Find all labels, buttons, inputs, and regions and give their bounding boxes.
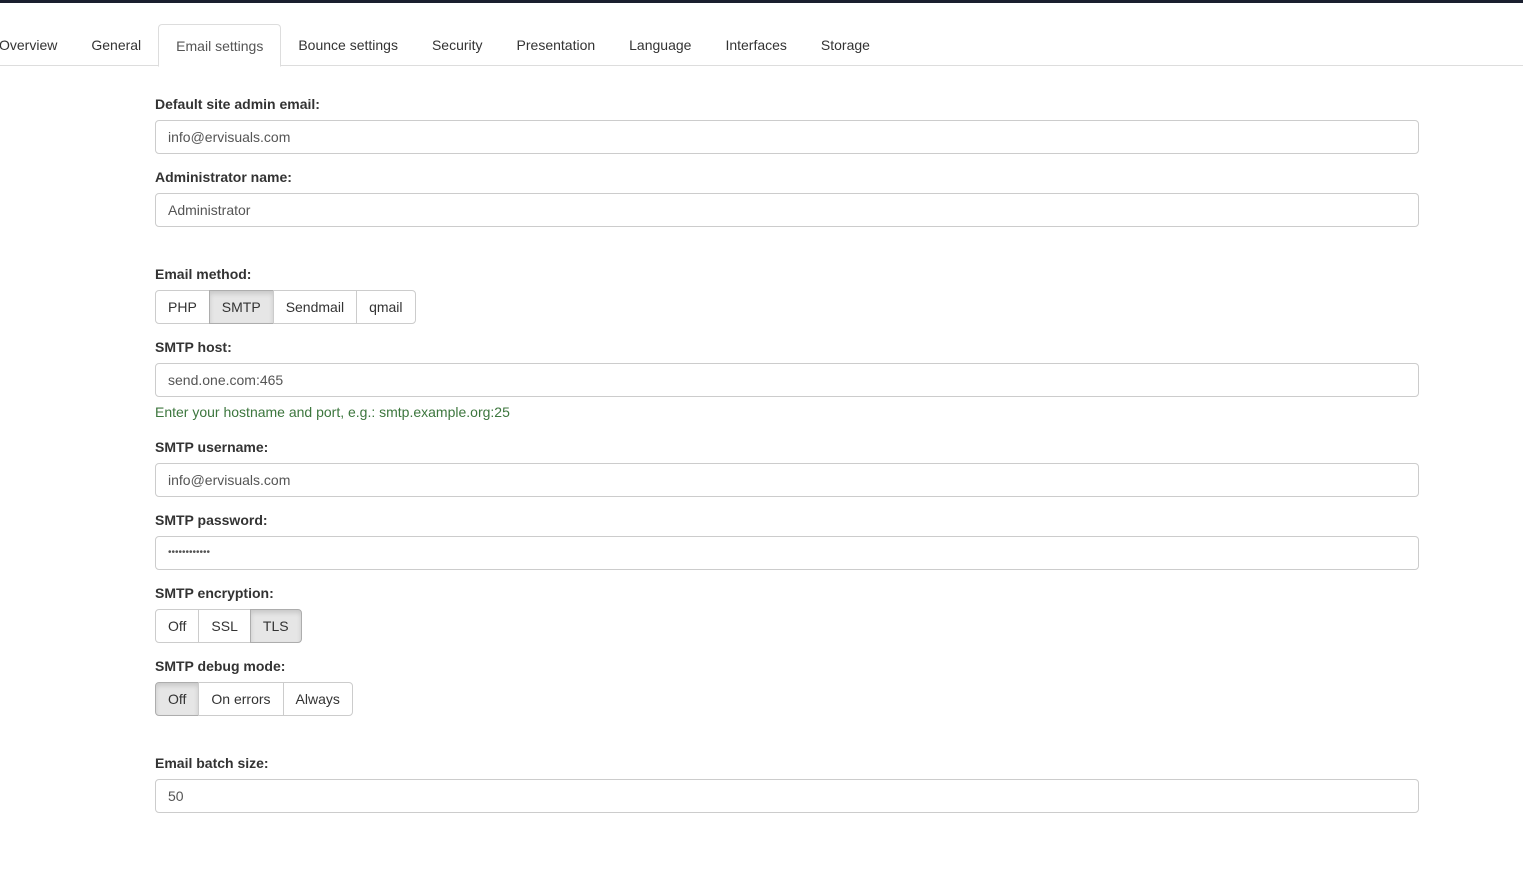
batch-size-input[interactable]: 50 xyxy=(155,779,1419,813)
encryption-off[interactable]: Off xyxy=(155,609,200,643)
debug-on-errors[interactable]: On errors xyxy=(198,682,284,716)
email-method-toggle: PHP SMTP Sendmail qmail xyxy=(155,290,416,324)
admin-email-input[interactable]: info@ervisuals.com xyxy=(155,120,1419,154)
admin-email-label: Default site admin email: xyxy=(155,96,320,112)
admin-name-input[interactable]: Administrator xyxy=(155,193,1419,227)
smtp-host-help: Enter your hostname and port, e.g.: smtp… xyxy=(155,404,510,420)
smtp-debug-toggle: Off On errors Always xyxy=(155,682,353,716)
tab-storage[interactable]: Storage xyxy=(804,24,887,66)
debug-off[interactable]: Off xyxy=(155,682,200,716)
smtp-password-input[interactable]: •••••••••••• xyxy=(155,536,1419,570)
smtp-encryption-toggle: Off SSL TLS xyxy=(155,609,302,643)
smtp-debug-label: SMTP debug mode: xyxy=(155,658,286,674)
tab-overview[interactable]: Overview xyxy=(0,24,74,66)
settings-tabs: Overview General Email settings Bounce s… xyxy=(0,24,1523,67)
email-settings-form: Default site admin email: info@ervisuals… xyxy=(155,96,1419,828)
email-method-php[interactable]: PHP xyxy=(155,290,210,324)
admin-name-label: Administrator name: xyxy=(155,169,292,185)
email-method-sendmail[interactable]: Sendmail xyxy=(272,290,358,324)
smtp-host-label: SMTP host: xyxy=(155,339,232,355)
tab-bounce-settings[interactable]: Bounce settings xyxy=(281,24,415,66)
tab-security[interactable]: Security xyxy=(415,24,500,66)
batch-size-label: Email batch size: xyxy=(155,755,269,771)
smtp-password-label: SMTP password: xyxy=(155,512,268,528)
smtp-host-input[interactable]: send.one.com:465 xyxy=(155,363,1419,397)
tab-general[interactable]: General xyxy=(74,24,158,66)
tab-presentation[interactable]: Presentation xyxy=(500,24,613,66)
encryption-tls[interactable]: TLS xyxy=(249,609,302,643)
smtp-username-label: SMTP username: xyxy=(155,439,269,455)
tab-language[interactable]: Language xyxy=(612,24,708,66)
tab-email-settings[interactable]: Email settings xyxy=(158,24,282,67)
smtp-encryption-label: SMTP encryption: xyxy=(155,585,274,601)
top-border xyxy=(0,0,1523,3)
encryption-ssl[interactable]: SSL xyxy=(198,609,251,643)
email-method-smtp[interactable]: SMTP xyxy=(208,290,274,324)
tab-interfaces[interactable]: Interfaces xyxy=(708,24,803,66)
debug-always[interactable]: Always xyxy=(282,682,353,716)
smtp-username-input[interactable]: info@ervisuals.com xyxy=(155,463,1419,497)
email-method-qmail[interactable]: qmail xyxy=(356,290,416,324)
email-method-label: Email method: xyxy=(155,266,252,282)
